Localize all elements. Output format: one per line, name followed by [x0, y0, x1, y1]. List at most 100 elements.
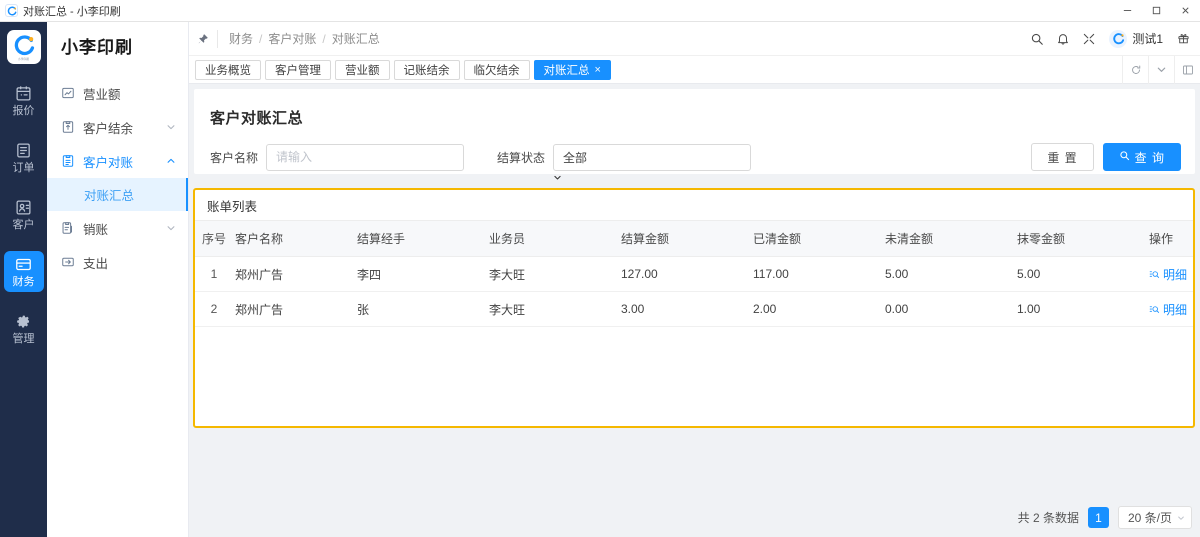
chevron-down-icon: [1177, 514, 1185, 524]
finance-icon: [15, 256, 32, 273]
sidebar-item-label: 销账: [83, 222, 109, 237]
sidebar-menu: 营业额 客户结余 客户对账 对账汇总 销账 支出: [47, 76, 188, 279]
sidebar-item-label: 客户对账: [83, 155, 134, 170]
cell-handler: 李四: [355, 256, 487, 292]
query-button-label: 查 询: [1134, 150, 1165, 165]
tab-bookkeeping-balance[interactable]: 记账结余: [393, 59, 460, 80]
chevron-down-icon[interactable]: [166, 122, 176, 132]
detail-link-label: 明细: [1163, 267, 1188, 282]
cell-index: 2: [195, 291, 233, 327]
filter-buttons: 重 置 查 询: [1031, 143, 1181, 171]
sidebar-subitem-label: 对账汇总: [84, 189, 135, 203]
content-area: 客户对账汇总 客户名称 结算状态 全部 重 置: [189, 84, 1200, 537]
tab-reconcile-summary[interactable]: 对账汇总 ×: [533, 59, 611, 80]
filter-row: 客户名称 结算状态 全部 重 置: [210, 143, 1181, 180]
fullscreen-icon[interactable]: [1076, 22, 1102, 56]
tab-temp-debt-balance[interactable]: 临欠结余: [463, 59, 530, 80]
tab-business-overview[interactable]: 业务概览: [195, 59, 261, 80]
breadcrumb-item-2[interactable]: 客户对账: [268, 30, 316, 47]
sidebar-item-writeoff[interactable]: 销账: [47, 211, 188, 245]
sidebar-item-label: 客户结余: [83, 121, 134, 136]
search-icon: [1119, 150, 1130, 164]
sidebar-item-customer-reconcile[interactable]: 客户对账: [47, 144, 188, 178]
pin-icon[interactable]: [189, 33, 217, 45]
sidebar-item-revenue[interactable]: 营业额: [47, 76, 188, 110]
cell-rounding: 1.00: [1015, 291, 1147, 327]
column-header-index: 序号: [195, 220, 233, 257]
user-name[interactable]: 测试1: [1132, 30, 1163, 47]
breadcrumb-separator: /: [259, 31, 263, 46]
bell-icon[interactable]: [1050, 22, 1076, 56]
cell-action: 明细: [1147, 291, 1193, 327]
rail-item-order[interactable]: 订单: [4, 137, 44, 178]
breadcrumb-item-1[interactable]: 财务: [229, 30, 253, 47]
rail-item-customer[interactable]: 客户: [4, 194, 44, 235]
icon-rail: 小李印刷 报价 订单 客户 财务 管理: [0, 22, 47, 537]
cell-index: 1: [195, 256, 233, 292]
table-row[interactable]: 2 郑州广告 张 李大旺 3.00 2.00 0.00 1.00 明细: [195, 291, 1193, 327]
cell-action: 明细: [1147, 256, 1193, 292]
search-icon[interactable]: [1024, 22, 1050, 56]
sidebar-item-customer-balance[interactable]: 客户结余: [47, 110, 188, 144]
detail-search-icon: [1149, 269, 1160, 280]
customer-icon: [15, 199, 32, 216]
page-size-select[interactable]: 20 条/页: [1117, 506, 1192, 529]
sidebar-item-reconcile-summary[interactable]: 对账汇总: [47, 178, 188, 211]
chevron-up-icon[interactable]: [166, 156, 176, 166]
settle-status-value: 全部: [563, 150, 588, 165]
reset-button[interactable]: 重 置: [1031, 143, 1094, 171]
tab-revenue[interactable]: 营业额: [335, 59, 390, 80]
chevron-down-icon[interactable]: [1148, 55, 1174, 84]
cell-settle: 3.00: [619, 291, 751, 327]
tab-customer-management[interactable]: 客户管理: [265, 59, 331, 80]
column-header-cleared: 已清金额: [751, 220, 883, 257]
reset-button-label: 重 置: [1047, 150, 1078, 165]
sidebar: 小李印刷 营业额 客户结余 客户对账 对账汇总 销账 支出: [47, 22, 189, 537]
settings-gear-icon: [15, 313, 32, 330]
column-header-settle: 结算金额: [619, 220, 751, 257]
sidebar-item-expense[interactable]: 支出: [47, 245, 188, 279]
chevron-down-icon[interactable]: [553, 171, 562, 185]
column-header-rounding: 抹零金额: [1015, 220, 1147, 257]
close-icon[interactable]: ×: [595, 64, 601, 76]
maximize-icon[interactable]: [1142, 0, 1171, 22]
query-button[interactable]: 查 询: [1102, 143, 1181, 171]
table-row[interactable]: 1 郑州广告 李四 李大旺 127.00 117.00 5.00 5.00 明细: [195, 256, 1193, 292]
rail-item-quote[interactable]: 报价: [4, 80, 44, 121]
breadcrumb-separator: /: [322, 31, 326, 46]
tab-label: 记账结余: [403, 64, 450, 77]
page-title: 客户对账汇总: [210, 110, 304, 127]
pagination: 共 2 条数据 1 20 条/页: [1018, 506, 1192, 529]
layout-icon[interactable]: [1174, 55, 1200, 84]
tab-bar: 业务概览 客户管理 营业额 记账结余 临欠结余 对账汇总 ×: [189, 55, 1200, 84]
rail-logo-subtext: 小李印刷: [17, 57, 30, 61]
window-controls: [1113, 0, 1200, 22]
rail-item-label: 客户: [12, 219, 35, 231]
header-actions: 测试1: [1024, 22, 1200, 56]
customer-name-input[interactable]: [266, 143, 465, 171]
bill-list-panel: 账单列表 序号 客户名称 结算经手 业务员 结算金额 已清金额 未清金额 抹零金…: [193, 188, 1195, 428]
detail-link-label: 明细: [1163, 302, 1188, 317]
avatar[interactable]: [1109, 29, 1128, 48]
pagination-page-1[interactable]: 1: [1087, 507, 1109, 528]
cell-cleared: 2.00: [751, 291, 883, 327]
chevron-down-icon[interactable]: [166, 223, 176, 233]
detail-link[interactable]: 明细: [1149, 301, 1187, 318]
title-bar-left: 对账汇总 - 小李印刷: [0, 3, 121, 19]
quote-icon: [15, 85, 32, 102]
gift-icon[interactable]: [1170, 22, 1196, 56]
cell-settle: 127.00: [619, 256, 751, 292]
column-header-salesman: 业务员: [487, 220, 619, 257]
detail-link[interactable]: 明细: [1149, 266, 1187, 283]
tab-label: 临欠结余: [473, 64, 520, 77]
app-logo-icon: [5, 4, 18, 17]
minimize-icon[interactable]: [1113, 0, 1142, 22]
close-icon[interactable]: [1171, 0, 1200, 22]
rail-item-settings[interactable]: 管理: [4, 308, 44, 349]
breadcrumb-item-3[interactable]: 对账汇总: [332, 30, 380, 47]
rail-item-finance[interactable]: 财务: [3, 251, 44, 292]
refresh-icon[interactable]: [1122, 55, 1148, 84]
bill-table: 序号 客户名称 结算经手 业务员 结算金额 已清金额 未清金额 抹零金额 操作 …: [195, 220, 1193, 327]
settle-status-select[interactable]: 全部: [553, 143, 752, 171]
tab-label: 业务概览: [205, 64, 251, 77]
